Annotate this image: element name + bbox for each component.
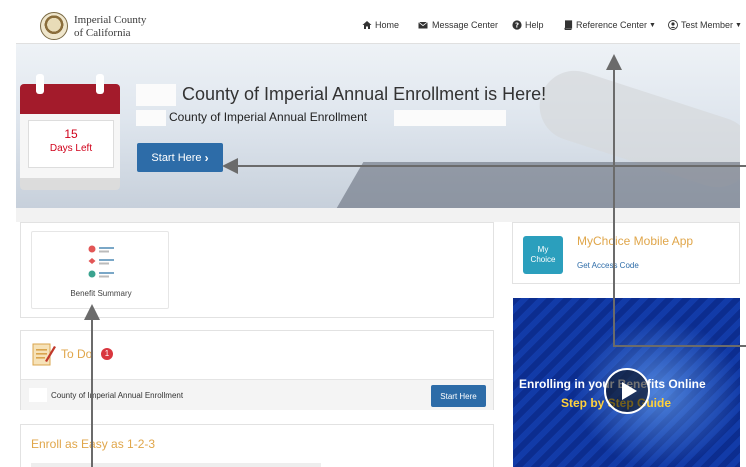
calendar-ring — [36, 74, 44, 94]
user-icon — [668, 20, 678, 30]
days-left-label: Days Left — [49, 143, 93, 154]
calendar-ring — [96, 74, 104, 94]
enroll-steps-panel: Enroll as Easy as 1-2-3 — [20, 424, 494, 467]
redaction-box — [29, 388, 47, 402]
todo-item-row: County of Imperial Annual Enrollment Sta… — [21, 379, 493, 410]
hero-banner: 15 Days Left County of Imperial Annual E… — [16, 44, 740, 208]
app-icon-text-2: Choice — [530, 255, 556, 264]
tile-benefit-summary[interactable]: Benefit Summary — [31, 231, 169, 309]
enrollment-video[interactable]: Enrolling in your Benefits Online Step b… — [513, 298, 740, 467]
todo-title: To Do — [61, 347, 93, 361]
hero-keyboard-image — [328, 162, 740, 208]
calendar-base — [20, 178, 120, 190]
hero-subtitle: County of Imperial Annual Enrollment — [169, 110, 368, 124]
calendar-header — [20, 74, 120, 114]
nav-reference-center[interactable]: Reference Center ▼ — [563, 20, 656, 30]
nav-help-label: Help — [525, 20, 544, 30]
org-name-line2: of California — [74, 27, 131, 39]
chevron-right-icon: › — [204, 150, 209, 165]
redaction-box — [394, 110, 506, 126]
mobile-app-title: MyChoice Mobile App — [577, 234, 694, 248]
mobile-app-panel: My Choice MyChoice Mobile App Get Access… — [512, 222, 740, 284]
chevron-down-icon: ▼ — [735, 21, 742, 29]
play-button[interactable] — [604, 368, 650, 414]
hero-start-button[interactable]: Start Here › — [137, 143, 223, 172]
benefit-summary-icon — [88, 245, 114, 278]
nav-message-center[interactable]: Message Center — [417, 20, 498, 30]
app-icon-text-1: My — [537, 245, 549, 254]
nav-home-label: Home — [375, 20, 400, 30]
top-navigation: Imperial County of California Home Messa… — [16, 4, 742, 44]
watermark-strip — [16, 208, 740, 222]
page: Imperial County of California Home Messa… — [0, 0, 746, 467]
get-access-code-link[interactable]: Get Access Code — [577, 261, 639, 270]
chevron-down-icon: ▼ — [649, 21, 656, 29]
enroll-steps-text — [31, 463, 321, 467]
nav-user-menu[interactable]: Test Member ▼ — [668, 20, 742, 30]
svg-text:?: ? — [515, 22, 519, 30]
todo-panel: To Do 1 County of Imperial Annual Enroll… — [20, 330, 494, 410]
enroll-steps-title: Enroll as Easy as 1-2-3 — [31, 437, 156, 451]
nav-help[interactable]: ? Help — [512, 20, 544, 30]
redaction-box — [136, 84, 176, 106]
hero-title: County of Imperial Annual Enrollment is … — [182, 84, 547, 104]
calendar-page: 15 Days Left — [28, 120, 114, 168]
todo-item-text: County of Imperial Annual Enrollment — [51, 391, 184, 400]
question-icon: ? — [512, 20, 522, 30]
county-seal-logo[interactable] — [40, 12, 68, 40]
hero-start-label: Start Here — [151, 151, 202, 164]
tile-benefit-summary-label: Benefit Summary — [70, 289, 132, 298]
play-icon — [622, 382, 637, 400]
todo-count-badge: 1 — [101, 348, 113, 360]
quick-links-panel: Benefit Summary — [20, 222, 494, 318]
nav-message-center-label: Message Center — [432, 20, 499, 30]
todo-start-button[interactable]: Start Here — [431, 385, 486, 407]
org-name-line1: Imperial County — [74, 14, 147, 26]
nav-reference-center-label: Reference Center — [576, 20, 648, 30]
mychoice-app-icon[interactable]: My Choice — [523, 236, 563, 274]
nav-home[interactable]: Home — [362, 20, 399, 30]
nav-user-label: Test Member — [681, 20, 734, 30]
redaction-box — [136, 110, 166, 126]
book-icon — [564, 20, 573, 30]
envelope-icon — [418, 21, 428, 29]
days-left-count: 15 — [64, 127, 78, 141]
calendar-countdown: 15 Days Left — [20, 74, 120, 192]
video-background-glow — [573, 318, 740, 467]
checklist-icon — [32, 343, 56, 366]
home-icon — [362, 21, 372, 29]
